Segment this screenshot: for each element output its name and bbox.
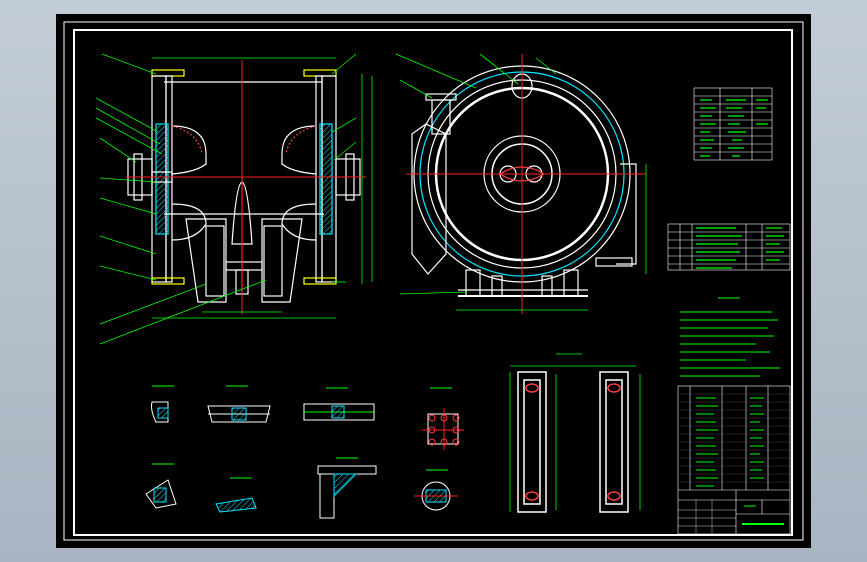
technical-notes bbox=[680, 297, 780, 377]
title-block-marks bbox=[696, 397, 784, 525]
front-section-view bbox=[126, 60, 366, 314]
title-block-grid bbox=[678, 500, 736, 534]
title-block bbox=[677, 385, 791, 535]
nozzle-table bbox=[667, 223, 791, 271]
detail-labels bbox=[152, 385, 452, 479]
detail-views bbox=[145, 401, 464, 519]
title-block-rows bbox=[678, 393, 790, 483]
tall-part-views bbox=[517, 371, 629, 513]
side-view bbox=[406, 54, 646, 314]
tall-part-dims bbox=[509, 353, 641, 512]
cad-drawing-sheet bbox=[56, 14, 811, 548]
inner-border bbox=[73, 29, 793, 536]
